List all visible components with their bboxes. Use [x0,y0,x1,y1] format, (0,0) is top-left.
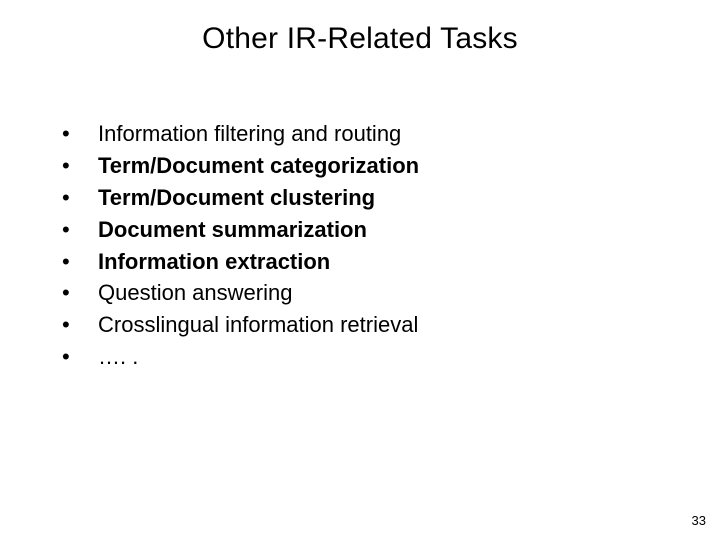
list-item: •Question answering [60,277,660,309]
slide: Other IR-Related Tasks •Information filt… [0,0,720,540]
list-item-text: Document summarization [98,214,367,246]
list-item-text: Crosslingual information retrieval [98,309,418,341]
list-item-text: Information extraction [98,246,330,278]
list-item: •Term/Document categorization [60,150,660,182]
bullet-icon: • [60,341,98,373]
list-item-text: Information filtering and routing [98,118,401,150]
list-item: •Information extraction [60,246,660,278]
list-item-text: Term/Document categorization [98,150,419,182]
list-item-text: Term/Document clustering [98,182,375,214]
bullet-icon: • [60,214,98,246]
page-number: 33 [692,513,706,528]
bullet-icon: • [60,277,98,309]
bullet-icon: • [60,118,98,150]
slide-title: Other IR-Related Tasks [0,22,720,56]
bullet-icon: • [60,182,98,214]
bullet-icon: • [60,246,98,278]
list-item: •…. . [60,341,660,373]
list-item-text: …. . [98,341,138,373]
list-item-text: Question answering [98,277,292,309]
bullet-icon: • [60,150,98,182]
bullet-list: •Information filtering and routing•Term/… [60,118,660,373]
list-item: •Term/Document clustering [60,182,660,214]
list-item: •Information filtering and routing [60,118,660,150]
bullet-icon: • [60,309,98,341]
list-item: •Document summarization [60,214,660,246]
list-item: •Crosslingual information retrieval [60,309,660,341]
